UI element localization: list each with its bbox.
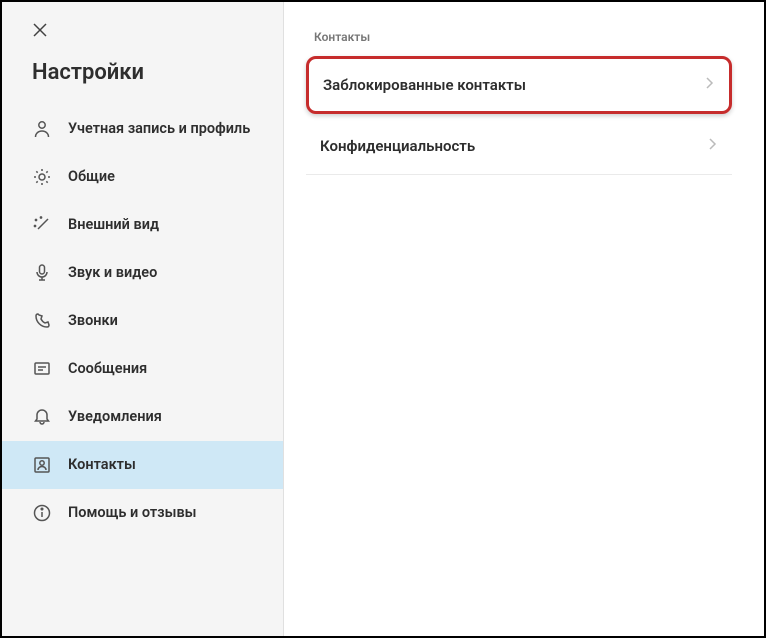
sidebar-item-label: Звук и видео <box>68 264 157 283</box>
content-row-label: Конфиденциальность <box>320 137 475 155</box>
sidebar-title: Настройки <box>32 60 283 85</box>
message-icon <box>32 359 52 379</box>
mic-icon <box>32 263 52 283</box>
wand-icon <box>32 215 52 235</box>
chevron-right-icon <box>705 75 715 95</box>
sidebar-item-label: Контакты <box>68 456 136 475</box>
sidebar-item-appearance[interactable]: Внешний вид <box>2 201 283 249</box>
content-row-privacy[interactable]: Конфиденциальность <box>306 118 732 175</box>
sidebar-item-notifications[interactable]: Уведомления <box>2 393 283 441</box>
sidebar-item-audio-video[interactable]: Звук и видео <box>2 249 283 297</box>
sidebar-item-label: Уведомления <box>68 408 162 427</box>
sidebar-item-account[interactable]: Учетная запись и профиль <box>2 105 283 153</box>
content-panel: Контакты Заблокированные контакты Конфид… <box>284 2 764 636</box>
sidebar-item-label: Сообщения <box>68 360 147 379</box>
chevron-right-icon <box>708 136 718 156</box>
bell-icon <box>32 407 52 427</box>
sidebar: Настройки Учетная запись и профиль Общие <box>2 2 284 636</box>
gear-icon <box>32 167 52 187</box>
sidebar-item-label: Общие <box>68 168 115 187</box>
sidebar-item-contacts[interactable]: Контакты <box>2 441 283 489</box>
sidebar-item-label: Помощь и отзывы <box>68 504 197 523</box>
sidebar-item-label: Звонки <box>68 312 118 331</box>
sidebar-item-calls[interactable]: Звонки <box>2 297 283 345</box>
close-button[interactable] <box>32 22 283 42</box>
contact-icon <box>32 455 52 475</box>
section-header: Контакты <box>314 30 732 44</box>
user-icon <box>32 119 52 139</box>
sidebar-item-general[interactable]: Общие <box>2 153 283 201</box>
content-row-blocked-contacts[interactable]: Заблокированные контакты <box>306 56 732 114</box>
phone-icon <box>32 311 52 331</box>
info-icon <box>32 503 52 523</box>
sidebar-item-messages[interactable]: Сообщения <box>2 345 283 393</box>
sidebar-item-label: Учетная запись и профиль <box>68 120 250 139</box>
sidebar-item-label: Внешний вид <box>68 216 159 235</box>
close-icon <box>32 22 48 38</box>
sidebar-item-help[interactable]: Помощь и отзывы <box>2 489 283 537</box>
content-row-label: Заблокированные контакты <box>323 76 526 94</box>
